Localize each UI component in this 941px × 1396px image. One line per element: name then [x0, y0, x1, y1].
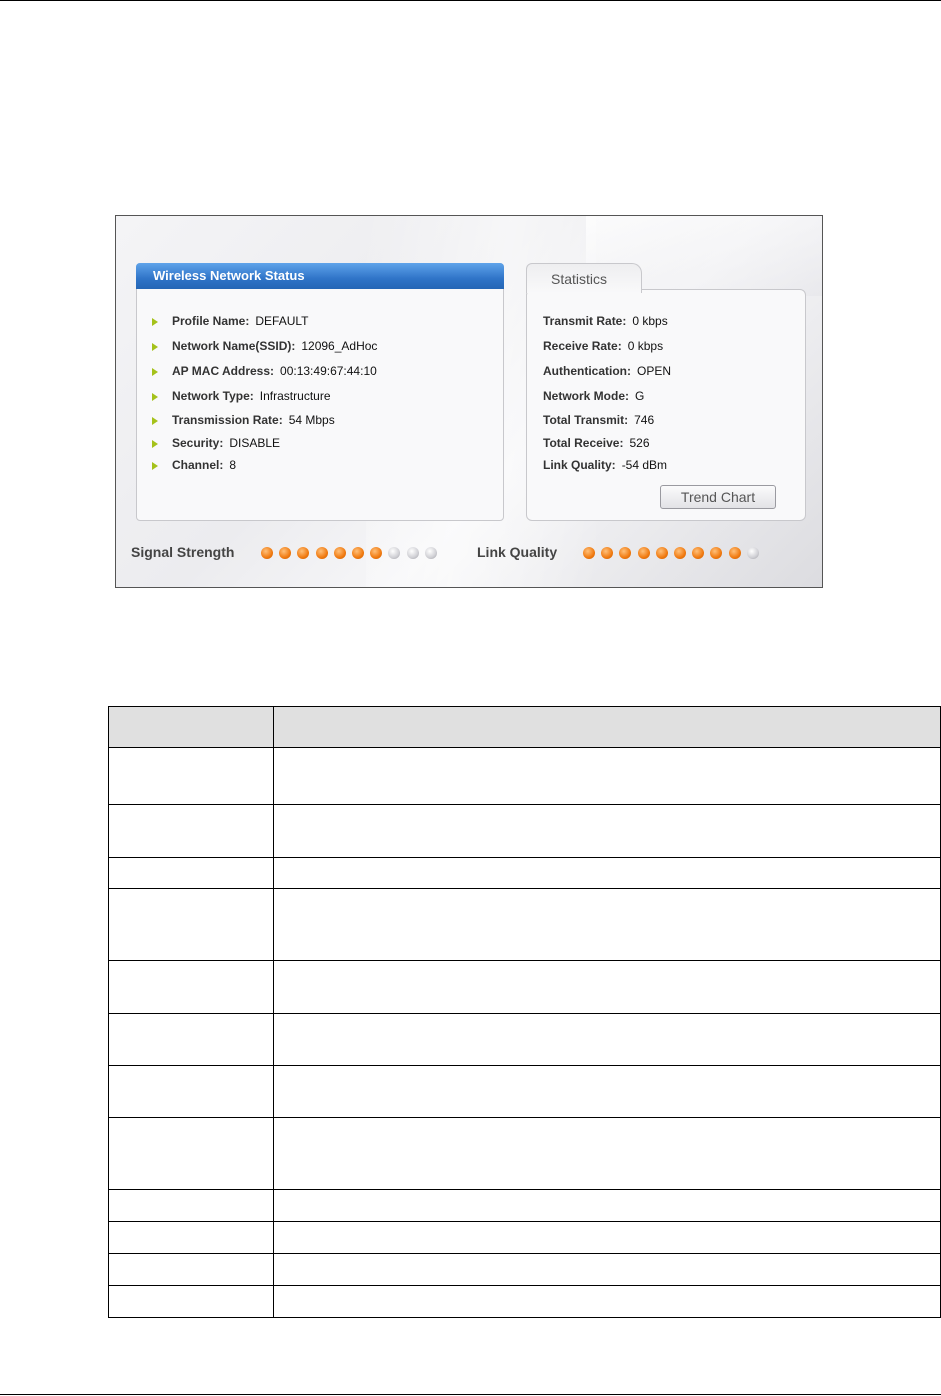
meter-dot-off-icon: [424, 547, 437, 559]
table-row: [108, 888, 941, 961]
table-cell: [108, 747, 274, 805]
tab-statistics[interactable]: Statistics: [526, 263, 642, 293]
bullet-arrow-icon: [152, 392, 158, 401]
stat-row: Network Mode: G: [543, 389, 645, 403]
table-cell: [273, 1065, 941, 1118]
status-row: Security: DISABLE: [152, 434, 280, 452]
table-cell: [273, 1013, 941, 1066]
meter-dot-off-icon: [406, 547, 419, 559]
description-table: [108, 706, 941, 1318]
table-cell: [273, 1285, 941, 1318]
bullet-arrow-icon: [152, 342, 158, 351]
stat-row: Authentication: OPEN: [543, 364, 672, 378]
table-cell: [108, 888, 274, 961]
stat-row: Link Quality: -54 dBm: [543, 458, 668, 472]
trend-chart-button[interactable]: Trend Chart: [660, 485, 776, 509]
meter-dot-on-icon: [619, 547, 632, 559]
table-cell: [108, 1221, 274, 1254]
table-cell: [273, 1117, 941, 1190]
stat-row: Transmit Rate: 0 kbps: [543, 314, 668, 328]
table-cell: [273, 960, 941, 1014]
meter-dot-on-icon: [637, 547, 650, 559]
meter-dot-on-icon: [710, 547, 723, 559]
meter-dot-on-icon: [583, 547, 595, 559]
table-cell: [108, 1253, 274, 1286]
bullet-arrow-icon: [152, 317, 158, 326]
table-cell: [108, 857, 274, 889]
table-row: [108, 1221, 941, 1254]
meter-dot-on-icon: [279, 547, 292, 559]
stat-row: Receive Rate: 0 kbps: [543, 339, 664, 353]
table-row: [108, 1065, 941, 1118]
table-row: [108, 1013, 941, 1066]
status-row: Network Name(SSID): 12096_AdHoc: [152, 337, 377, 355]
meter-dot-on-icon: [261, 547, 273, 559]
signal-strength-label: Signal Strength: [131, 544, 235, 560]
table-cell: [273, 857, 941, 889]
status-row: Profile Name: DEFAULT: [152, 312, 308, 330]
table-cell: [273, 747, 941, 805]
table-cell: [273, 1189, 941, 1222]
table-cell: [108, 1013, 274, 1066]
table-cell: [273, 888, 941, 961]
bottom-rule: [0, 1394, 941, 1395]
table-row: [108, 857, 941, 889]
top-rule: [0, 0, 941, 1]
table-cell: [108, 960, 274, 1014]
table-cell: [108, 1117, 274, 1190]
status-row: AP MAC Address: 00:13:49:67:44:10: [152, 362, 377, 380]
meter-dot-on-icon: [674, 547, 686, 559]
stat-row: Total Transmit: 746: [543, 413, 655, 427]
table-cell: [108, 1065, 274, 1118]
table-row: [108, 1117, 941, 1190]
table-row: [108, 747, 941, 805]
bullet-arrow-icon: [152, 439, 158, 448]
table-header-cell: [108, 706, 274, 748]
status-row: Channel: 8: [152, 456, 236, 474]
meter-dot-on-icon: [315, 547, 328, 559]
table-cell: [273, 804, 941, 858]
meter-dot-on-icon: [297, 547, 310, 559]
bullet-arrow-icon: [152, 416, 158, 425]
status-screenshot: Wireless Network Status Profile Name: DEF…: [115, 215, 823, 588]
meter-dot-on-icon: [692, 547, 705, 559]
table-cell: [108, 1285, 274, 1318]
bullet-arrow-icon: [152, 461, 158, 470]
table-cell: [273, 1253, 941, 1286]
table-cell: [108, 804, 274, 858]
table-row: [108, 960, 941, 1014]
link-quality-label: Link Quality: [477, 544, 558, 560]
table-row: [108, 804, 941, 858]
table-row: [108, 1285, 941, 1318]
status-row: Network Type: Infrastructure: [152, 387, 331, 405]
table-cell: [273, 1221, 941, 1254]
table-row: [108, 1253, 941, 1286]
status-row: Transmission Rate: 54 Mbps: [152, 411, 335, 429]
table-header-row: [108, 706, 941, 748]
meter-dot-on-icon: [601, 547, 614, 559]
table-row: [108, 1189, 941, 1222]
meter-dot-on-icon: [728, 547, 741, 559]
table-cell: [108, 1189, 274, 1222]
meter-dot-on-icon: [333, 547, 346, 559]
stat-row: Total Receive: 526: [543, 436, 650, 450]
meter-dot-off-icon: [746, 547, 759, 559]
bullet-arrow-icon: [152, 367, 158, 376]
wireless-status-title: Wireless Network Status: [136, 263, 504, 289]
table-header-cell: [273, 706, 941, 748]
meter-dot-on-icon: [352, 547, 364, 559]
meter-dot-on-icon: [655, 547, 668, 559]
